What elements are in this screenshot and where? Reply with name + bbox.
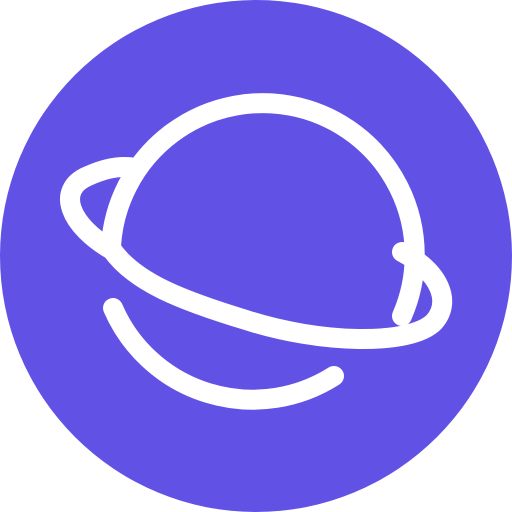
app-icon[interactable]	[0, 0, 512, 512]
icon-background-circle	[0, 0, 512, 512]
planet-icon	[0, 0, 512, 512]
